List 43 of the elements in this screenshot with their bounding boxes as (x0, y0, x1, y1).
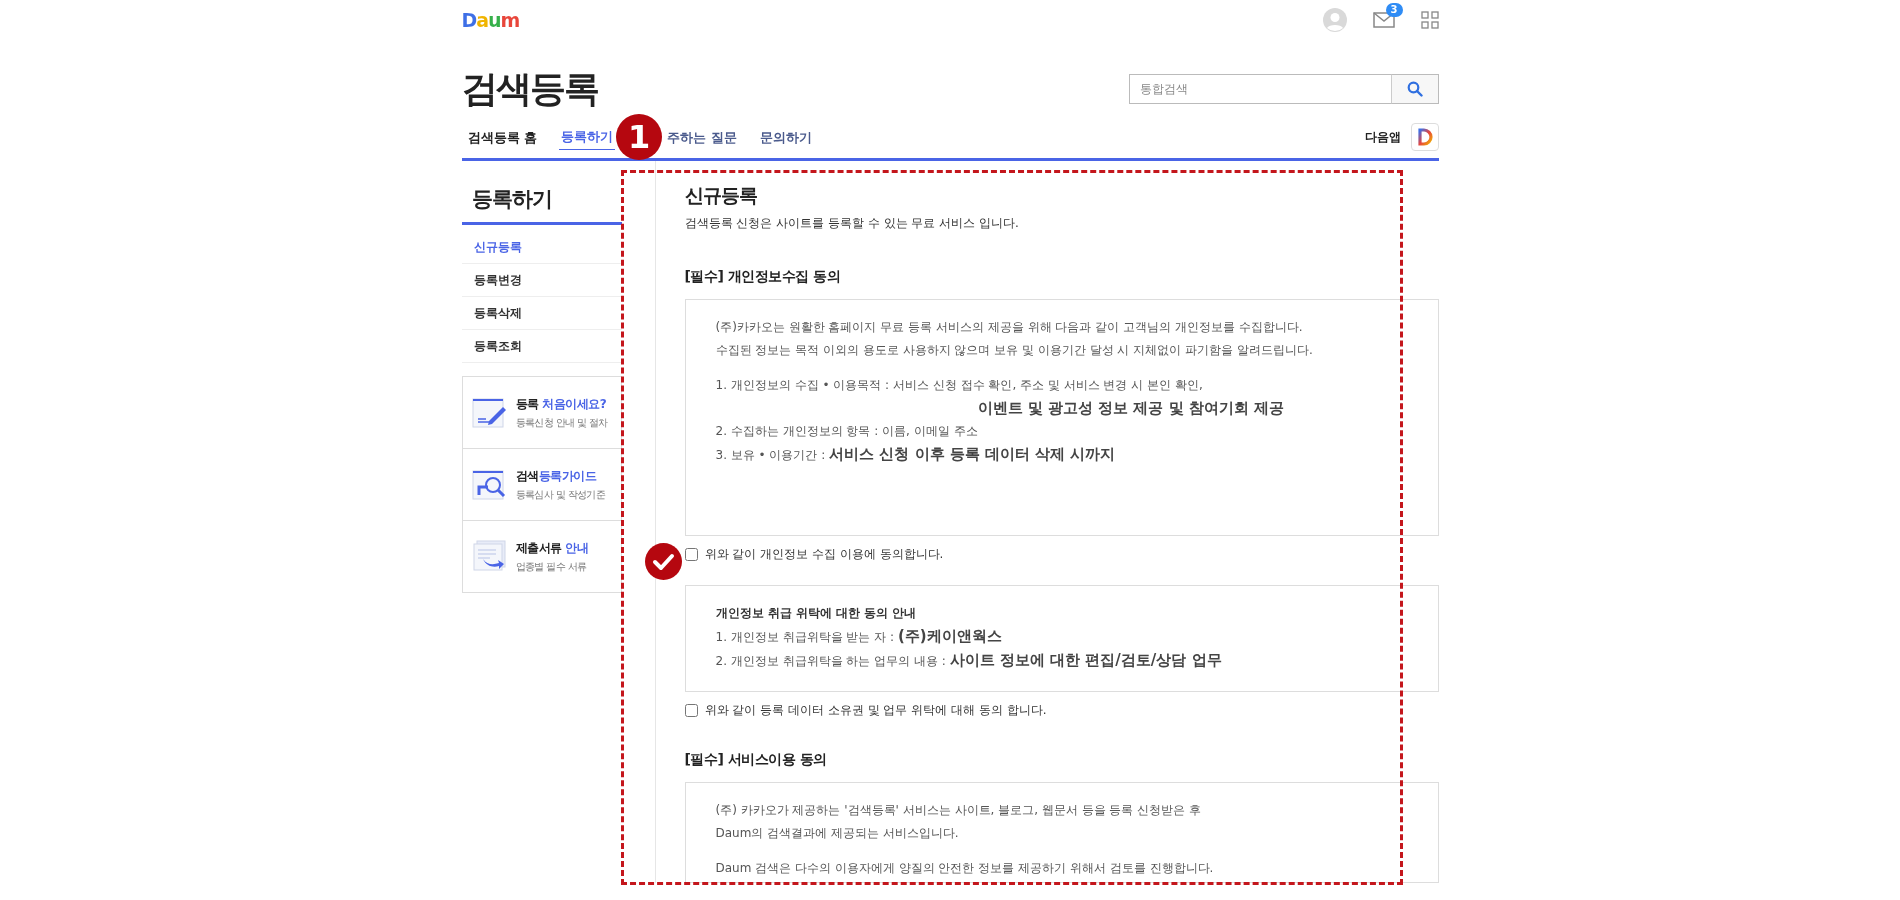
step-number-badge: 1 (616, 114, 663, 160)
terms-text: 개인정보 취급 위탁에 대한 동의 안내 (715, 605, 918, 622)
sidebar-title: 등록하기 (461, 161, 622, 225)
terms-text: 1. 개인정보의 수집 • 이용목적 : 서비스 신청 접수 확인, 주소 및 서비스 변경 시 본인 확인, (715, 377, 1204, 394)
section-heading: [필수] 서비스이용 동의 (684, 751, 828, 769)
search-icon (1406, 81, 1423, 97)
consent-label[interactable]: 위와 같이 등록 데이터 소유권 및 업무 위탁에 대해 동의 합니다. (704, 702, 1047, 719)
terms-text: 이벤트 및 광고성 정보 제공 및 참여기회 제공 (976, 398, 1286, 419)
promo-link[interactable]: 제출서류 안내 업종별 필수 서류 (462, 520, 621, 592)
app-link[interactable]: 다음앱 (1362, 125, 1403, 149)
content-title: 신규등록 (684, 183, 758, 208)
terms-text: 3. 보유 • 이용기간 : 서비스 신청 이후 등록 데이터 삭제 시까지 (715, 444, 1117, 465)
content-description: 검색등록 신청은 사이트를 등록할 수 있는 무료 서비스 입니다. (684, 215, 1020, 232)
search-field[interactable]: 통합검색 (1128, 74, 1391, 104)
page-title: 검색등록 (461, 66, 598, 111)
nav-tab[interactable]: 등록하기 (559, 124, 616, 150)
sidebar-item[interactable]: 신규등록 (461, 231, 622, 263)
terms-text: (주) 카카오가 제공하는 '검색등록' 서비스는 사이트, 블로그, 웹문서 등을 등록 신청받은 후 (715, 802, 1203, 819)
mail-icon[interactable] (1372, 12, 1395, 28)
notification-badge: 3 (1385, 3, 1403, 17)
section-heading: [필수] 개인정보수집 동의 (684, 268, 842, 286)
checkmark-badge-icon (644, 543, 682, 580)
sidebar-item[interactable]: 등록조회 (461, 330, 622, 362)
consent-label[interactable]: 위와 같이 개인정보 수집 이용에 동의합니다. (704, 546, 944, 563)
apps-grid-icon[interactable] (1420, 11, 1439, 29)
nav-tab[interactable]: 문의하기 (757, 124, 814, 150)
consent-checkbox[interactable] (684, 704, 698, 717)
terms-text: 2. 개인정보 취급위탁을 하는 업무의 내용 : 사이트 정보에 대한 편집/검토/상담 업무 (715, 650, 1223, 671)
nav-tab[interactable]: 주하는 질문 (665, 124, 739, 150)
sidebar-item[interactable]: 등록변경 (461, 264, 622, 296)
terms-text: 수집된 정보는 목적 이외의 용도로 사용하지 않으며 보유 및 이용기간 달성 시 지체없이 파기함을 알려드립니다. (715, 342, 1314, 359)
search-button[interactable] (1390, 74, 1439, 104)
app-logo-icon[interactable] (1410, 123, 1439, 151)
promo-link[interactable]: 등록 처음이세요? 등록신청 안내 및 절차 (462, 377, 621, 448)
terms-text: 1. 개인정보 취급위탁을 받는 자 : (주)케이앤웍스 (715, 626, 1003, 647)
terms-text: Daum의 검색결과에 제공되는 서비스입니다. (715, 825, 960, 842)
terms-text: Daum 검색은 다수의 이용자에게 양질의 안전한 정보를 제공하기 위해서 검토를 진행합니다. (715, 860, 1215, 877)
promo-link[interactable]: 검색등록가이드 등록심사 및 작성기준 (462, 448, 621, 520)
terms-text: (주)카카오는 원활한 홈페이지 무료 등록 서비스의 제공을 위해 다음과 같이 고객님의 개인정보를 수집합니다. (715, 319, 1304, 336)
terms-text: 2. 수집하는 개인정보의 항목 : 이름, 이메일 주소 (715, 423, 979, 440)
sidebar-item[interactable]: 등록삭제 (461, 297, 622, 329)
nav-tab[interactable]: 검색등록 홈 (461, 124, 540, 150)
consent-checkbox[interactable] (684, 548, 698, 561)
